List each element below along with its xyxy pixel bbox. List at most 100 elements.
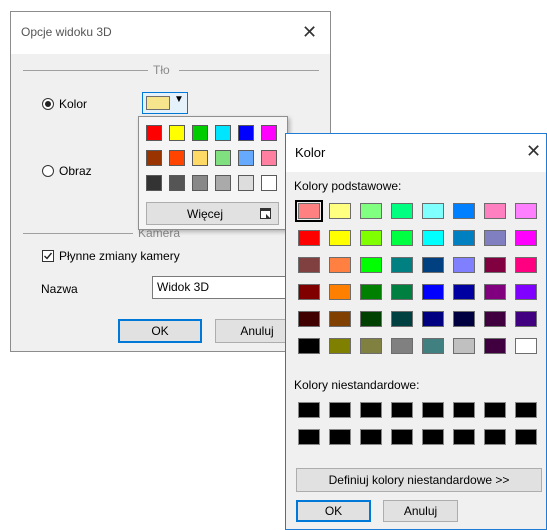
palette-color-swatch[interactable] (215, 125, 231, 141)
basic-color-swatch[interactable] (360, 311, 382, 327)
basic-color-swatch[interactable] (515, 230, 537, 246)
custom-color-swatch[interactable] (391, 429, 413, 445)
custom-color-swatch[interactable] (453, 402, 475, 418)
palette-color-swatch[interactable] (192, 150, 208, 166)
basic-color-swatch[interactable] (360, 257, 382, 273)
basic-color-swatch[interactable] (422, 257, 444, 273)
basic-color-swatch[interactable] (453, 338, 475, 354)
basic-color-swatch[interactable] (515, 311, 537, 327)
basic-color-swatch[interactable] (515, 257, 537, 273)
palette-color-swatch[interactable] (238, 175, 254, 191)
basic-color-swatch[interactable] (298, 284, 320, 300)
custom-color-swatch[interactable] (329, 402, 351, 418)
define-custom-colors-button[interactable]: Definiuj kolory niestandardowe >> (296, 468, 542, 492)
basic-color-swatch[interactable] (391, 203, 413, 219)
custom-color-swatch[interactable] (484, 402, 506, 418)
basic-color-swatch[interactable] (360, 284, 382, 300)
basic-color-swatch[interactable] (484, 257, 506, 273)
basic-color-swatch[interactable] (515, 338, 537, 354)
close-icon[interactable]: ✕ (526, 142, 541, 160)
basic-color-swatch[interactable] (484, 338, 506, 354)
basic-color-swatch[interactable] (298, 311, 320, 327)
custom-color-swatch[interactable] (360, 429, 382, 445)
custom-color-swatch[interactable] (515, 402, 537, 418)
basic-color-swatch[interactable] (391, 230, 413, 246)
palette-color-swatch[interactable] (215, 175, 231, 191)
custom-color-swatch[interactable] (515, 429, 537, 445)
basic-color-swatch[interactable] (298, 230, 320, 246)
custom-color-swatch[interactable] (298, 429, 320, 445)
color-picker-button[interactable]: ▼ (142, 92, 188, 114)
basic-color-swatch[interactable] (453, 230, 475, 246)
palette-color-swatch[interactable] (192, 125, 208, 141)
basic-color-swatch[interactable] (329, 338, 351, 354)
palette-color-swatch[interactable] (169, 175, 185, 191)
custom-color-swatch[interactable] (329, 429, 351, 445)
basic-color-swatch[interactable] (329, 257, 351, 273)
palette-color-swatch[interactable] (238, 150, 254, 166)
basic-color-swatch[interactable] (391, 257, 413, 273)
basic-color-swatch[interactable] (391, 284, 413, 300)
palette-color-swatch[interactable] (261, 150, 277, 166)
cancel-button-label: Anuluj (403, 504, 438, 518)
palette-color-swatch[interactable] (169, 150, 185, 166)
palette-color-swatch[interactable] (192, 175, 208, 191)
custom-color-swatch[interactable] (453, 429, 475, 445)
basic-color-swatch[interactable] (298, 257, 320, 273)
basic-color-swatch[interactable] (422, 230, 444, 246)
custom-color-swatch[interactable] (298, 402, 320, 418)
radio-color[interactable] (42, 98, 54, 110)
palette-color-swatch[interactable] (146, 175, 162, 191)
dialog-title: Opcje widoku 3D (21, 25, 112, 39)
palette-color-swatch[interactable] (146, 150, 162, 166)
cancel-button[interactable]: Anuluj (383, 500, 458, 522)
radio-image[interactable] (42, 165, 54, 177)
basic-color-swatch[interactable] (484, 311, 506, 327)
basic-color-swatch[interactable] (360, 338, 382, 354)
basic-color-swatch[interactable] (453, 284, 475, 300)
basic-color-swatch[interactable] (329, 230, 351, 246)
basic-color-swatch[interactable] (484, 230, 506, 246)
basic-color-swatch[interactable] (422, 338, 444, 354)
basic-color-swatch[interactable] (391, 311, 413, 327)
basic-color-swatch[interactable] (453, 257, 475, 273)
basic-color-swatch[interactable] (360, 230, 382, 246)
basic-color-swatch[interactable] (422, 284, 444, 300)
basic-color-swatch[interactable] (360, 203, 382, 219)
custom-color-swatch[interactable] (422, 402, 444, 418)
basic-color-swatch[interactable] (515, 203, 537, 219)
custom-color-swatch[interactable] (422, 429, 444, 445)
smooth-camera-checkbox[interactable] (42, 250, 54, 262)
group-divider (23, 70, 148, 71)
basic-color-swatch[interactable] (453, 203, 475, 219)
custom-color-swatch[interactable] (360, 402, 382, 418)
open-dialog-icon (260, 208, 271, 219)
close-icon[interactable]: ✕ (302, 23, 317, 41)
basic-color-swatch[interactable] (422, 311, 444, 327)
palette-color-swatch[interactable] (238, 125, 254, 141)
basic-colors-label: Kolory podstawowe: (294, 179, 402, 193)
name-field[interactable]: Widok 3D (152, 276, 292, 299)
more-colors-button[interactable]: Więcej (146, 202, 279, 225)
smooth-camera-label: Płynne zmiany kamery (59, 249, 180, 263)
basic-color-swatch[interactable] (295, 200, 323, 222)
basic-color-swatch[interactable] (484, 284, 506, 300)
palette-color-swatch[interactable] (261, 175, 277, 191)
basic-color-swatch[interactable] (515, 284, 537, 300)
basic-color-swatch[interactable] (329, 203, 351, 219)
custom-color-swatch[interactable] (391, 402, 413, 418)
basic-color-swatch[interactable] (329, 284, 351, 300)
basic-color-swatch[interactable] (391, 338, 413, 354)
basic-color-swatch[interactable] (484, 203, 506, 219)
basic-color-swatch[interactable] (298, 338, 320, 354)
palette-color-swatch[interactable] (215, 150, 231, 166)
basic-color-swatch[interactable] (329, 311, 351, 327)
palette-color-swatch[interactable] (146, 125, 162, 141)
palette-color-swatch[interactable] (169, 125, 185, 141)
basic-color-swatch[interactable] (422, 203, 444, 219)
palette-color-swatch[interactable] (261, 125, 277, 141)
ok-button[interactable]: OK (118, 319, 202, 343)
ok-button[interactable]: OK (296, 500, 371, 522)
custom-color-swatch[interactable] (484, 429, 506, 445)
basic-color-swatch[interactable] (453, 311, 475, 327)
